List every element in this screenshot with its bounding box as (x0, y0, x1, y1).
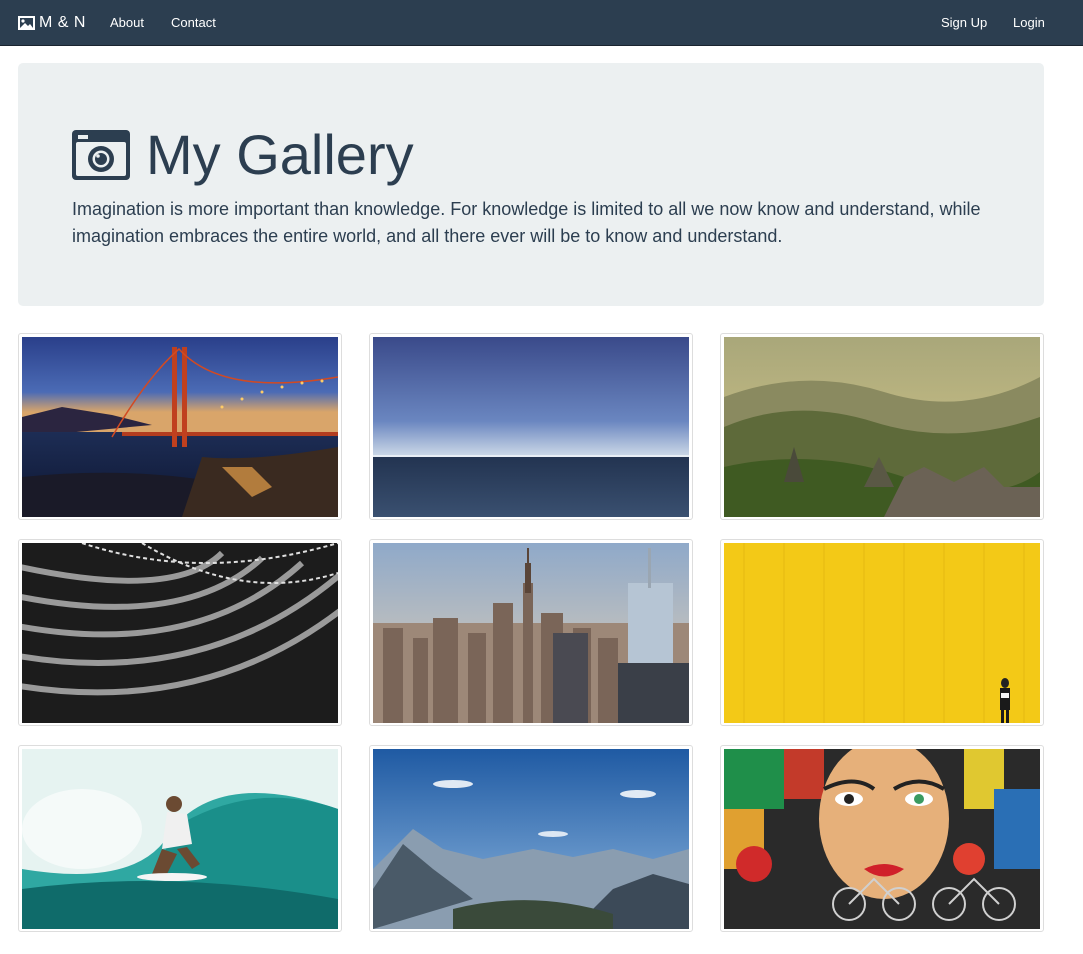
gallery-item-mountain-range[interactable] (369, 745, 693, 932)
nav-contact[interactable]: Contact (171, 0, 216, 45)
gallery-item-mountain-valley[interactable] (720, 333, 1044, 520)
mountain-range-image (373, 749, 689, 929)
gallery-item-graffiti[interactable] (720, 745, 1044, 932)
surfer-image (22, 749, 338, 929)
graffiti-image (724, 749, 1040, 929)
gallery-item-city-skyline[interactable] (369, 539, 693, 726)
golden-gate-bridge-image (22, 337, 338, 517)
page-title: My Gallery (146, 123, 414, 186)
nav-sign-up[interactable]: Sign Up (941, 0, 987, 45)
brand-label: M & N (39, 13, 86, 31)
title-row: My Gallery (72, 125, 414, 185)
gallery-item-surfer[interactable] (18, 745, 342, 932)
lead-quote: Imagination is more important than knowl… (72, 199, 981, 246)
brand-link[interactable]: M & N (18, 0, 86, 45)
gallery-item-yellow-wall[interactable] (720, 539, 1044, 726)
gallery-item-golden-gate[interactable] (18, 333, 342, 520)
nav-login[interactable]: Login (1013, 0, 1045, 45)
yellow-wall-image (724, 543, 1040, 723)
city-skyline-image (373, 543, 689, 723)
hero-jumbotron: My Gallery Imagination is more important… (18, 63, 1044, 306)
picture-icon (18, 15, 35, 30)
gallery-item-ocean-horizon[interactable] (369, 333, 693, 520)
abstract-architecture-image (22, 543, 338, 723)
camera-icon (72, 130, 130, 180)
mountain-valley-image (724, 337, 1040, 517)
navbar: M & N About Contact Sign Up Login (0, 0, 1083, 46)
nav-about[interactable]: About (110, 0, 144, 45)
ocean-horizon-image (373, 337, 689, 517)
gallery-item-abstract-architecture[interactable] (18, 539, 342, 726)
